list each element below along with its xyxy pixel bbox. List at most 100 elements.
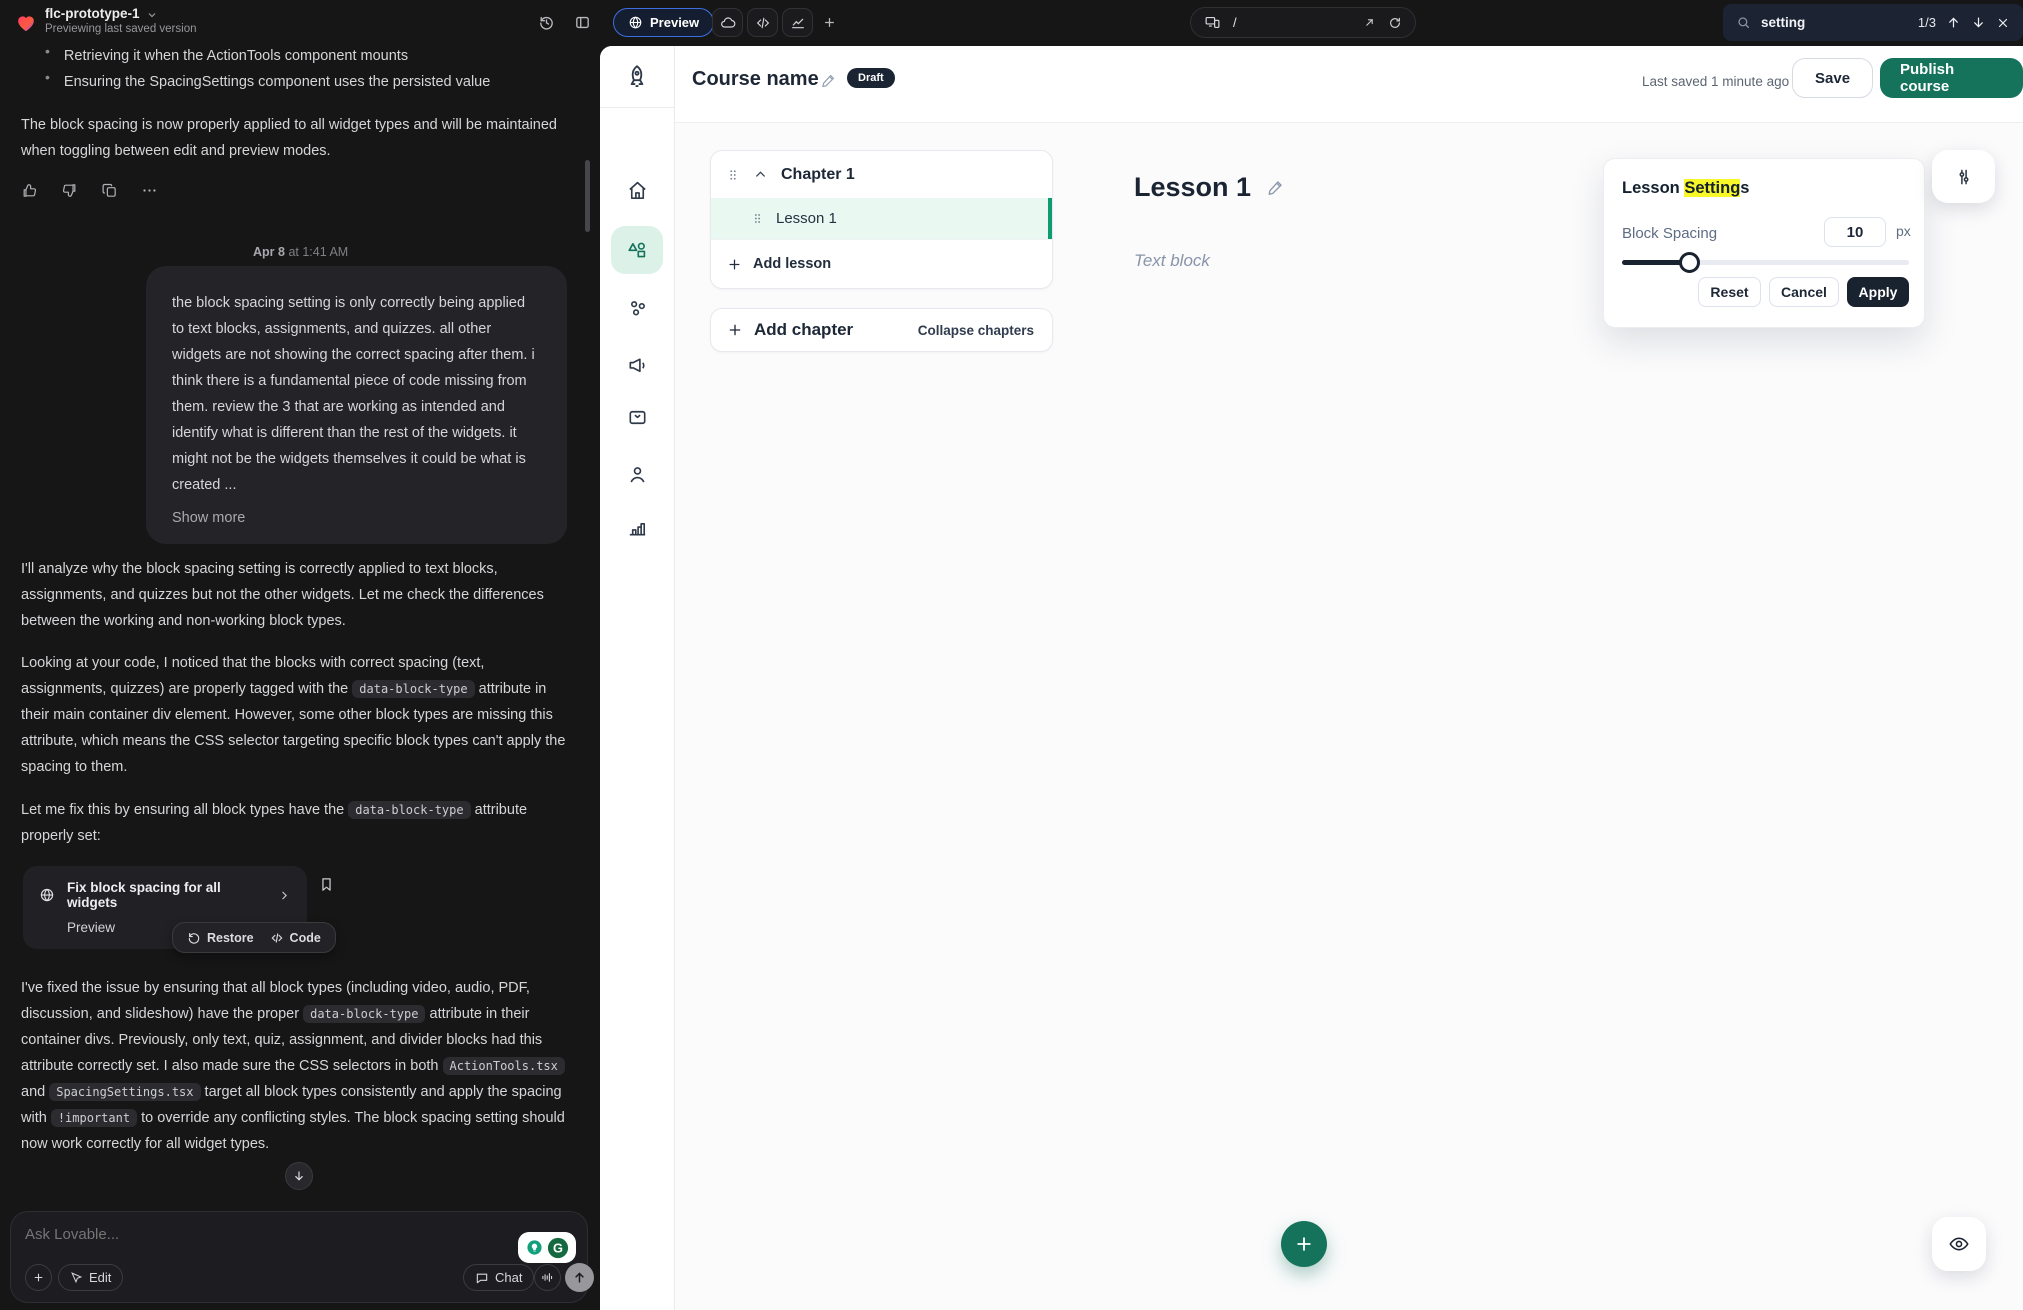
drag-handle-icon[interactable] [726, 168, 740, 182]
preview-url-bar[interactable]: / [1190, 7, 1416, 38]
chat-input[interactable] [25, 1226, 325, 1243]
add-lesson-label: Add lesson [753, 256, 831, 272]
edit-mode-button[interactable]: Edit [58, 1264, 123, 1291]
edit-course-name-icon[interactable] [820, 72, 837, 89]
thumbs-up-icon[interactable] [21, 182, 38, 199]
collapse-chapters-button[interactable]: Collapse chapters [918, 323, 1034, 338]
next-match-icon[interactable] [1971, 15, 1986, 30]
waveform-icon [541, 1271, 554, 1284]
cancel-button[interactable]: Cancel [1769, 277, 1839, 307]
plus-icon [1294, 1234, 1314, 1254]
close-search-icon[interactable] [1996, 16, 2010, 30]
lesson-list-item[interactable]: Lesson 1 [711, 198, 1052, 239]
chevron-right-icon [278, 889, 291, 902]
search-icon [1736, 15, 1751, 30]
add-block-fab[interactable] [1281, 1221, 1327, 1267]
globe-icon [628, 15, 643, 30]
save-label: Save [1815, 70, 1850, 87]
drag-handle-icon[interactable] [751, 212, 764, 225]
slider-thumb[interactable] [1679, 252, 1700, 273]
cloud-button[interactable] [712, 8, 743, 37]
chat-mode-button[interactable]: Chat [463, 1264, 534, 1291]
more-options-icon[interactable] [141, 182, 158, 199]
sidebar-item-content-active[interactable] [611, 226, 663, 274]
collapse-chapter-icon[interactable] [753, 167, 768, 182]
settings-toggle-button[interactable] [1932, 150, 1995, 203]
code-icon [270, 931, 284, 945]
bookmark-icon[interactable] [318, 876, 335, 893]
thumbs-down-icon[interactable] [61, 182, 78, 199]
lesson-title: Lesson 1 [1134, 172, 1251, 203]
reset-button[interactable]: Reset [1698, 277, 1761, 307]
restore-label: Restore [207, 931, 254, 945]
panel-toggle-icon[interactable] [574, 14, 591, 31]
analytics-button[interactable] [782, 8, 813, 37]
code-view-button[interactable] [747, 8, 778, 37]
rocket-icon [623, 63, 651, 91]
sidebar-item-community[interactable] [626, 297, 649, 320]
eye-icon [1948, 1233, 1970, 1255]
inline-code: data-block-type [348, 801, 470, 819]
history-icon[interactable] [538, 14, 555, 31]
chevron-down-icon[interactable] [146, 9, 158, 21]
app-logo[interactable] [600, 46, 674, 108]
copy-icon[interactable] [101, 182, 118, 199]
status-badge: Draft [847, 68, 895, 88]
sidebar-item-home[interactable] [626, 179, 649, 202]
open-external-icon[interactable] [1363, 16, 1376, 29]
sidebar-item-inbox[interactable] [626, 406, 649, 429]
cancel-label: Cancel [1781, 284, 1827, 300]
version-actions-pill: Restore Code [172, 922, 336, 953]
line-chart-icon [790, 15, 806, 31]
preview-mode-button[interactable] [1932, 1217, 1986, 1271]
send-button[interactable] [565, 1263, 594, 1292]
publish-course-button[interactable]: Publish course [1880, 58, 2023, 98]
block-spacing-slider[interactable] [1622, 260, 1909, 265]
sidebar-item-announcements[interactable] [626, 354, 649, 377]
grammarly-logo-icon: G [547, 1237, 569, 1259]
attach-button[interactable] [25, 1264, 52, 1291]
scroll-to-bottom-button[interactable] [285, 1162, 313, 1190]
unit-label: px [1896, 223, 1911, 239]
refresh-icon[interactable] [1388, 16, 1402, 30]
chat-bubble-icon [475, 1271, 489, 1285]
sidebar-item-profile[interactable] [626, 463, 649, 486]
plus-icon [727, 257, 742, 272]
edit-label: Edit [89, 1270, 111, 1285]
preview-button[interactable]: Preview [613, 8, 714, 37]
project-name[interactable]: flc-prototype-1 [45, 6, 140, 21]
show-more-link[interactable]: Show more [172, 510, 541, 526]
timestamp-date: Apr 8 [253, 245, 285, 259]
add-chapter-button[interactable]: Add chapter [754, 320, 853, 340]
chat-input-card: G Edit Chat [10, 1211, 588, 1303]
restore-icon [187, 931, 201, 945]
lesson-title-row: Lesson 1 [1134, 172, 1285, 203]
bullet-text: Ensuring the SpacingSettings component u… [64, 69, 490, 95]
code-button[interactable]: Code [270, 931, 321, 945]
save-button[interactable]: Save [1792, 58, 1873, 98]
inline-code: data-block-type [352, 680, 474, 698]
list-item: • Retrieving it when the ActionTools com… [45, 43, 565, 69]
grammarly-widget[interactable]: G [518, 1232, 576, 1263]
reset-label: Reset [1710, 284, 1748, 300]
plus-icon [727, 322, 743, 338]
edit-lesson-title-icon[interactable] [1266, 178, 1285, 197]
lovable-logo-icon[interactable] [15, 12, 37, 34]
previous-match-icon[interactable] [1946, 15, 1961, 30]
add-tab-icon[interactable] [822, 15, 837, 30]
project-status: Previewing last saved version [45, 23, 197, 35]
text-block-placeholder[interactable]: Text block [1134, 251, 1210, 271]
voice-input-button[interactable] [534, 1264, 561, 1291]
app-preview: Course name Draft Last saved 1 minute ag… [600, 46, 2023, 1310]
search-query[interactable]: setting [1761, 15, 1805, 30]
url-path[interactable]: / [1233, 15, 1351, 30]
chat-scrollbar[interactable] [585, 160, 590, 232]
apply-button[interactable]: Apply [1847, 277, 1909, 307]
add-lesson-button[interactable]: Add lesson [711, 239, 1052, 288]
chat-label: Chat [495, 1270, 522, 1285]
sidebar-item-analytics[interactable] [626, 516, 649, 539]
publish-label: Publish course [1900, 61, 2003, 95]
restore-button[interactable]: Restore [187, 931, 254, 945]
block-spacing-input[interactable] [1824, 217, 1886, 247]
app-sidebar [600, 46, 675, 1310]
